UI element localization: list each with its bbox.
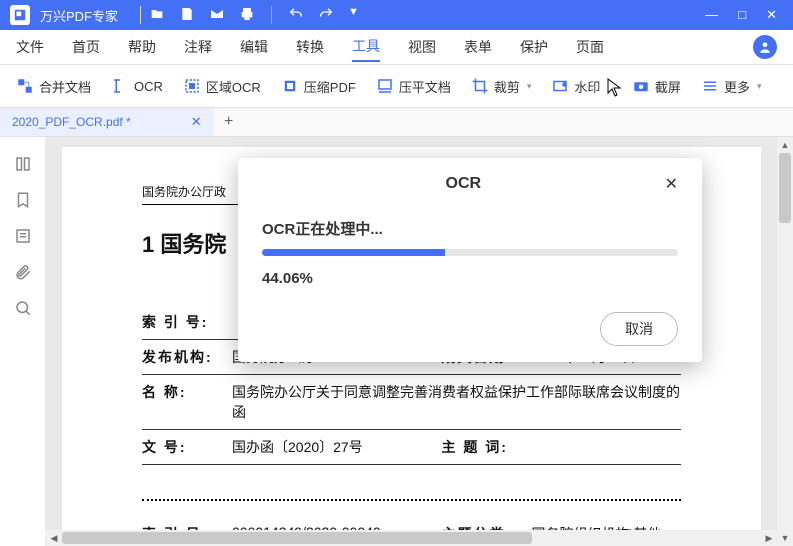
save-icon[interactable] — [179, 6, 195, 25]
open-icon[interactable] — [149, 6, 165, 25]
bookmark-icon[interactable] — [14, 191, 32, 209]
user-avatar[interactable] — [753, 35, 777, 59]
publisher-label: 发布机构: — [142, 347, 232, 367]
menu-tools[interactable]: 工具 — [352, 32, 380, 62]
qat-dropdown-icon[interactable]: ▼ — [348, 6, 359, 25]
more-menu-button[interactable]: 更多 — [695, 73, 768, 100]
scroll-up-icon[interactable]: ▲ — [777, 137, 793, 153]
add-tab-button[interactable]: + — [214, 113, 244, 131]
docno-label: 文 号: — [142, 437, 232, 457]
menubar: 文件 首页 帮助 注释 编辑 转换 工具 视图 表单 保护 页面 — [0, 30, 793, 64]
watermark-button[interactable]: 水印 — [545, 73, 618, 100]
maximize-button[interactable]: □ — [738, 7, 746, 23]
ribbon-toolbar: 合并文档 OCR 区域OCR 压缩PDF 压平文档 裁剪 水印 截屏 更多 — [0, 65, 793, 107]
titlebar: 万兴PDF专家 ▼ — □ ✕ — [0, 0, 793, 30]
attach-icon[interactable] — [14, 263, 32, 281]
dialog-message: OCR正在处理中... — [262, 218, 678, 239]
document-tabbar: 2020_PDF_OCR.pdf * ✕ + — [0, 107, 793, 137]
ocr-button[interactable]: OCR — [105, 73, 169, 99]
area-ocr-button[interactable]: 区域OCR — [177, 73, 267, 100]
minimize-button[interactable]: — — [705, 7, 718, 23]
menu-edit[interactable]: 编辑 — [240, 33, 268, 61]
compress-button[interactable]: 压缩PDF — [275, 73, 362, 100]
menu-file[interactable]: 文件 — [16, 33, 44, 61]
horizontal-scrollbar[interactable]: ◀ ▶ — [46, 530, 777, 546]
progress-bar — [262, 249, 678, 256]
name-value: 国务院办公厅关于同意调整完善消费者权益保护工作部际联席会议制度的函 — [232, 382, 681, 422]
subject-label: 主 题 词: — [442, 437, 532, 457]
menu-help[interactable]: 帮助 — [128, 33, 156, 61]
app-logo — [10, 5, 30, 25]
menu-view[interactable]: 视图 — [408, 33, 436, 61]
undo-icon[interactable] — [288, 6, 304, 25]
dialog-title: OCR — [262, 175, 665, 193]
redo-icon[interactable] — [318, 6, 334, 25]
menu-annot[interactable]: 注释 — [184, 33, 212, 61]
menu-home[interactable]: 首页 — [72, 33, 100, 61]
index-label: 索 引 号: — [142, 312, 232, 332]
close-tab-icon[interactable]: ✕ — [191, 114, 202, 130]
flatten-button[interactable]: 压平文档 — [370, 73, 457, 100]
quick-access-toolbar: ▼ — [149, 6, 359, 25]
crop-button[interactable]: 裁剪 — [465, 73, 538, 100]
scroll-right-icon[interactable]: ▶ — [761, 530, 777, 546]
menu-pages[interactable]: 页面 — [576, 33, 604, 61]
annotations-icon[interactable] — [14, 227, 32, 245]
document-tab[interactable]: 2020_PDF_OCR.pdf * ✕ — [0, 108, 214, 136]
name-label: 名 称: — [142, 382, 232, 422]
page-header-left: 国务院办公厅政 — [142, 183, 226, 200]
docno-value: 国办函〔2020〕27号 — [232, 437, 382, 457]
menu-protect[interactable]: 保护 — [520, 33, 548, 61]
ocr-progress-dialog: OCR ✕ OCR正在处理中... 44.06% 取消 — [238, 158, 702, 362]
app-title: 万兴PDF专家 — [40, 6, 118, 25]
dialog-close-icon[interactable]: ✕ — [665, 174, 678, 194]
document-tab-label: 2020_PDF_OCR.pdf * — [12, 115, 131, 129]
scroll-down-icon[interactable]: ▼ — [777, 530, 793, 546]
menu-convert[interactable]: 转换 — [296, 33, 324, 61]
side-panel — [0, 137, 46, 546]
progress-percent: 44.06% — [262, 270, 678, 287]
close-window-button[interactable]: ✕ — [766, 7, 777, 23]
search-panel-icon[interactable] — [14, 299, 32, 317]
mail-icon[interactable] — [209, 6, 225, 25]
thumbnails-icon[interactable] — [14, 155, 32, 173]
screenshot-button[interactable]: 截屏 — [626, 73, 687, 100]
cancel-button[interactable]: 取消 — [600, 312, 678, 346]
menu-form[interactable]: 表单 — [464, 33, 492, 61]
print-icon[interactable] — [239, 6, 255, 25]
vertical-scrollbar[interactable]: ▲ ▼ — [777, 137, 793, 546]
merge-button[interactable]: 合并文档 — [10, 73, 97, 100]
scroll-left-icon[interactable]: ◀ — [46, 530, 62, 546]
